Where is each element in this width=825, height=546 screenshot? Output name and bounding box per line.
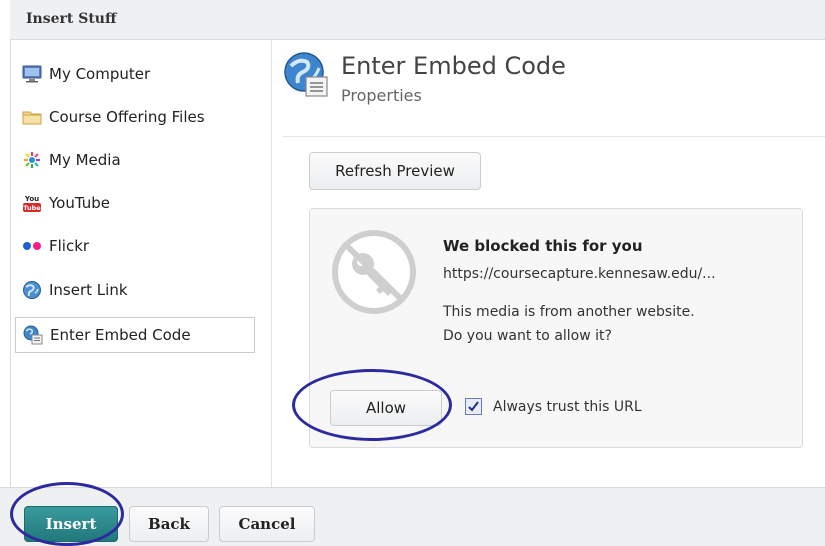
- computer-icon: [21, 65, 43, 83]
- cancel-button[interactable]: Cancel: [219, 506, 315, 542]
- youtube-icon: You Tube: [21, 194, 43, 212]
- globe-icon: [21, 281, 43, 299]
- checkmark-icon: [468, 401, 479, 412]
- sidebar-item-my-media[interactable]: My Media: [15, 142, 255, 178]
- media-icon: [21, 151, 43, 169]
- sidebar-item-my-computer[interactable]: My Computer: [15, 56, 255, 92]
- embed-icon: [22, 325, 44, 345]
- folder-icon: [21, 108, 43, 126]
- sidebar-item-label: My Computer: [49, 65, 151, 83]
- flickr-icon: [21, 237, 43, 255]
- sidebar-item-label: YouTube: [49, 194, 110, 212]
- sidebar-item-label: Enter Embed Code: [50, 326, 191, 344]
- svg-text:Tube: Tube: [23, 204, 41, 212]
- svg-text:You: You: [24, 195, 39, 203]
- blocked-url: https://coursecapture.kennesaw.edu/...: [443, 266, 716, 282]
- sidebar-item-flickr[interactable]: Flickr: [15, 228, 255, 264]
- blocked-message-line2: Do you want to allow it?: [443, 328, 612, 344]
- allow-button[interactable]: Allow: [330, 390, 442, 426]
- embed-globe-icon: [283, 50, 331, 98]
- back-button[interactable]: Back: [129, 506, 209, 542]
- sidebar-item-insert-link[interactable]: Insert Link: [15, 272, 255, 308]
- sidebar-item-course-offering-files[interactable]: Course Offering Files: [15, 99, 255, 135]
- dialog-footer: [0, 487, 825, 546]
- always-trust-checkbox[interactable]: [465, 398, 482, 415]
- blocked-key-icon: [330, 228, 418, 316]
- sidebar-item-label: My Media: [49, 151, 121, 169]
- sidebar-item-label: Flickr: [49, 237, 90, 255]
- sidebar-item-youtube[interactable]: You Tube YouTube: [15, 185, 255, 221]
- blocked-title: We blocked this for you: [443, 237, 643, 255]
- refresh-preview-button[interactable]: Refresh Preview: [309, 152, 481, 190]
- blocked-message-line1: This media is from another website.: [443, 304, 695, 320]
- header-divider: [283, 136, 825, 137]
- sidebar-item-label: Insert Link: [49, 281, 128, 299]
- dialog-title: Insert Stuff: [26, 11, 117, 27]
- sidebar-item-label: Course Offering Files: [49, 108, 205, 126]
- dialog-titlebar: Insert Stuff: [10, 0, 825, 40]
- page-title: Enter Embed Code: [341, 52, 566, 80]
- always-trust-label: Always trust this URL: [493, 399, 642, 415]
- insert-button[interactable]: Insert: [24, 506, 118, 542]
- sidebar-item-enter-embed-code[interactable]: Enter Embed Code: [15, 317, 255, 353]
- page-subtitle: Properties: [341, 86, 422, 105]
